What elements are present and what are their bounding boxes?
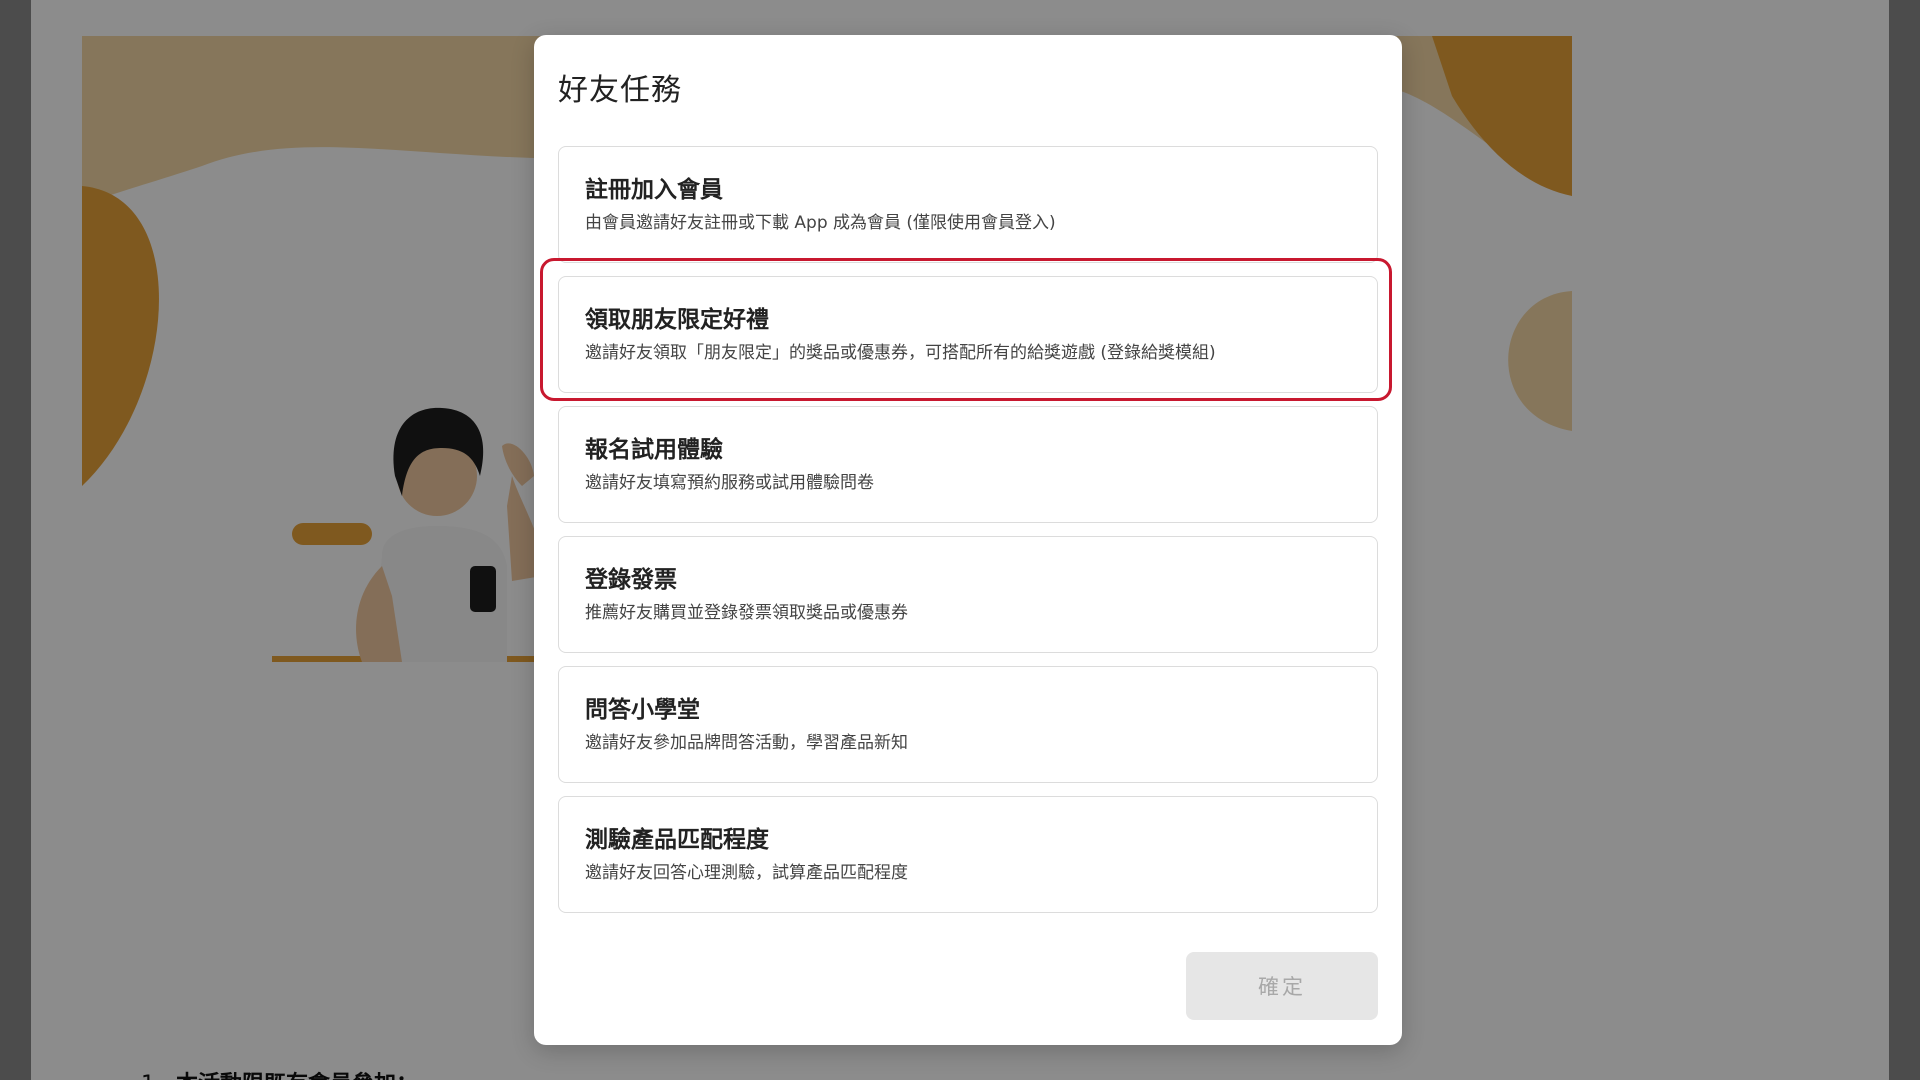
task-description: 推薦好友購買並登錄發票領取獎品或優惠券 [585, 603, 908, 623]
task-title: 登錄發票 [585, 567, 677, 593]
task-option-quiz[interactable]: 問答小學堂 邀請好友參加品牌問答活動，學習產品新知 [558, 666, 1378, 783]
task-title: 測驗產品匹配程度 [585, 827, 769, 853]
task-description: 邀請好友領取「朋友限定」的獎品或優惠券，可搭配所有的給獎遊戲 (登錄給獎模組) [585, 343, 1216, 363]
dialog-title: 好友任務 [558, 73, 682, 108]
task-option-register[interactable]: 註冊加入會員 由會員邀請好友註冊或下載 App 成為會員 (僅限使用會員登入) [558, 146, 1378, 263]
task-description: 邀請好友填寫預約服務或試用體驗問卷 [585, 473, 874, 493]
task-option-trial-signup[interactable]: 報名試用體驗 邀請好友填寫預約服務或試用體驗問卷 [558, 406, 1378, 523]
task-description: 邀請好友回答心理測驗，試算產品匹配程度 [585, 863, 908, 883]
task-list: 註冊加入會員 由會員邀請好友註冊或下載 App 成為會員 (僅限使用會員登入) … [540, 146, 1392, 926]
task-option-friend-gift[interactable]: 領取朋友限定好禮 邀請好友領取「朋友限定」的獎品或優惠券，可搭配所有的給獎遊戲 … [540, 258, 1392, 401]
task-option-product-match[interactable]: 測驗產品匹配程度 邀請好友回答心理測驗，試算產品匹配程度 [558, 796, 1378, 913]
task-option-invoice[interactable]: 登錄發票 推薦好友購買並登錄發票領取獎品或優惠券 [558, 536, 1378, 653]
task-title: 註冊加入會員 [585, 177, 723, 203]
task-description: 由會員邀請好友註冊或下載 App 成為會員 (僅限使用會員登入) [585, 213, 1056, 233]
task-title: 領取朋友限定好禮 [585, 307, 769, 333]
confirm-button[interactable]: 確定 [1186, 952, 1378, 1020]
friend-task-dialog: 好友任務 註冊加入會員 由會員邀請好友註冊或下載 App 成為會員 (僅限使用會… [534, 35, 1402, 1045]
task-title: 報名試用體驗 [585, 437, 723, 463]
task-title: 問答小學堂 [585, 697, 700, 723]
task-description: 邀請好友參加品牌問答活動，學習產品新知 [585, 733, 908, 753]
